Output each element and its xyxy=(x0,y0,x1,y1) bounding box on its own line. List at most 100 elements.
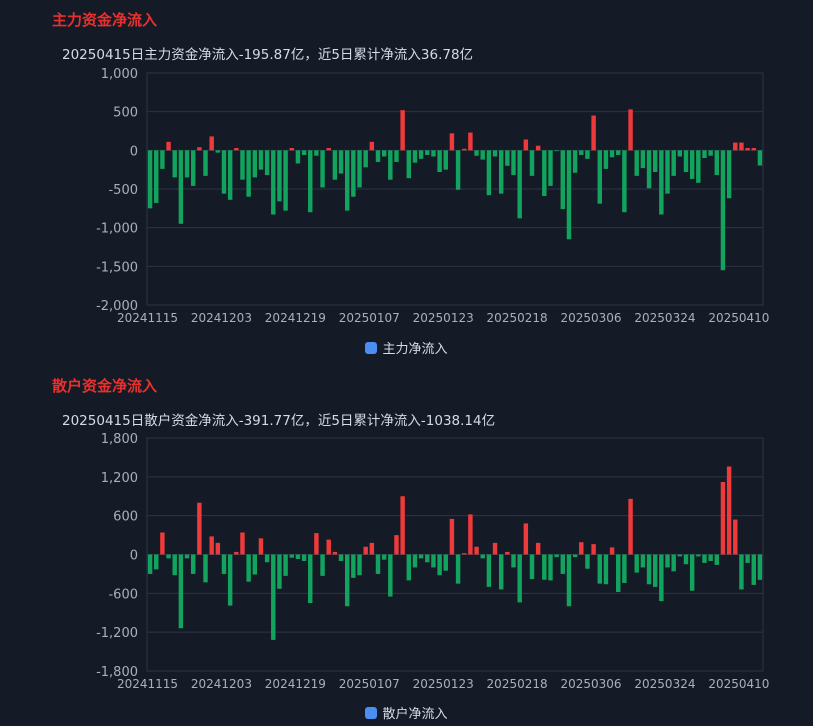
bar[interactable] xyxy=(689,150,695,179)
bar[interactable] xyxy=(295,554,301,560)
bar[interactable] xyxy=(486,150,492,196)
bar[interactable] xyxy=(449,133,455,151)
bar[interactable] xyxy=(751,148,756,151)
bar[interactable] xyxy=(363,546,368,555)
bar[interactable] xyxy=(757,150,763,166)
bar[interactable] xyxy=(511,554,516,568)
bar[interactable] xyxy=(616,150,621,155)
bar[interactable] xyxy=(498,554,504,590)
bar[interactable] xyxy=(160,532,165,555)
bar[interactable] xyxy=(640,554,646,568)
bar[interactable] xyxy=(246,554,251,582)
retail-fund-bar-chart[interactable]: 1,8001,2006000-600-1,200-1,80020241115 20… xyxy=(0,363,813,703)
bar[interactable] xyxy=(190,554,196,574)
bar[interactable] xyxy=(388,150,393,180)
bar[interactable] xyxy=(505,150,510,166)
bar[interactable] xyxy=(474,150,479,156)
bar[interactable] xyxy=(369,542,375,555)
bar[interactable] xyxy=(683,554,689,565)
bar[interactable] xyxy=(394,150,399,162)
bar[interactable] xyxy=(178,554,184,629)
bar[interactable] xyxy=(332,551,338,555)
bar[interactable] xyxy=(579,542,584,555)
bar[interactable] xyxy=(209,136,214,151)
bar[interactable] xyxy=(289,554,294,558)
bar[interactable] xyxy=(628,498,633,555)
bar[interactable] xyxy=(535,145,541,151)
bar[interactable] xyxy=(215,150,221,153)
bar[interactable] xyxy=(227,150,233,200)
bar[interactable] xyxy=(363,150,368,168)
bar[interactable] xyxy=(357,554,362,576)
bar[interactable] xyxy=(320,150,325,188)
bar[interactable] xyxy=(271,554,276,640)
bar[interactable] xyxy=(425,150,430,155)
bar[interactable] xyxy=(757,554,763,580)
retail-fund-legend[interactable]: 散户净流入 xyxy=(0,703,813,722)
bar[interactable] xyxy=(240,150,245,180)
bar[interactable] xyxy=(154,554,159,570)
bar[interactable] xyxy=(197,147,202,151)
bar[interactable] xyxy=(449,518,455,555)
bar[interactable] xyxy=(357,150,362,188)
bar[interactable] xyxy=(603,150,609,169)
bar[interactable] xyxy=(486,554,492,587)
bar[interactable] xyxy=(659,150,664,215)
bar[interactable] xyxy=(172,554,177,576)
bar[interactable] xyxy=(227,554,233,606)
bar[interactable] xyxy=(622,554,627,583)
bar[interactable] xyxy=(585,554,590,569)
bar[interactable] xyxy=(400,496,405,555)
bar[interactable] xyxy=(381,554,387,560)
bar[interactable] xyxy=(462,148,467,151)
bar[interactable] xyxy=(160,150,165,169)
bar[interactable] xyxy=(326,148,331,151)
bar[interactable] xyxy=(252,554,258,575)
bar[interactable] xyxy=(708,554,713,561)
bar[interactable] xyxy=(492,542,498,555)
bar[interactable] xyxy=(671,554,676,572)
bar[interactable] xyxy=(301,150,307,155)
bar[interactable] xyxy=(351,554,356,578)
bar[interactable] xyxy=(203,150,208,176)
bar[interactable] xyxy=(308,150,313,213)
bar[interactable] xyxy=(215,542,221,555)
bar[interactable] xyxy=(394,535,399,555)
bar[interactable] xyxy=(566,554,572,607)
bar[interactable] xyxy=(258,538,264,555)
bar[interactable] xyxy=(622,150,627,213)
bar[interactable] xyxy=(147,150,153,209)
bar[interactable] xyxy=(320,554,325,576)
bar[interactable] xyxy=(689,554,695,591)
bar[interactable] xyxy=(733,519,738,555)
bar[interactable] xyxy=(523,139,529,151)
bar[interactable] xyxy=(702,150,707,159)
bar[interactable] xyxy=(677,150,683,157)
bar[interactable] xyxy=(344,554,350,607)
bar[interactable] xyxy=(455,554,461,584)
bar[interactable] xyxy=(696,554,701,557)
bar[interactable] xyxy=(628,109,633,151)
bar[interactable] xyxy=(560,150,566,210)
bar[interactable] xyxy=(529,150,535,176)
bar[interactable] xyxy=(652,150,658,172)
bar[interactable] xyxy=(702,554,707,563)
bar[interactable] xyxy=(616,554,621,593)
bar[interactable] xyxy=(597,554,602,584)
bar[interactable] xyxy=(443,554,448,571)
bar[interactable] xyxy=(609,547,615,555)
bar[interactable] xyxy=(314,150,319,156)
bar[interactable] xyxy=(400,110,405,151)
bar[interactable] xyxy=(264,150,270,176)
bar[interactable] xyxy=(418,554,424,559)
bar[interactable] xyxy=(332,150,338,180)
bar[interactable] xyxy=(437,554,442,576)
bar[interactable] xyxy=(197,502,202,555)
bar[interactable] xyxy=(696,150,701,183)
bar[interactable] xyxy=(652,554,658,587)
bar[interactable] xyxy=(190,150,196,186)
bar[interactable] xyxy=(665,554,670,568)
bar[interactable] xyxy=(739,554,744,590)
bar[interactable] xyxy=(246,150,251,197)
bar[interactable] xyxy=(492,150,498,157)
